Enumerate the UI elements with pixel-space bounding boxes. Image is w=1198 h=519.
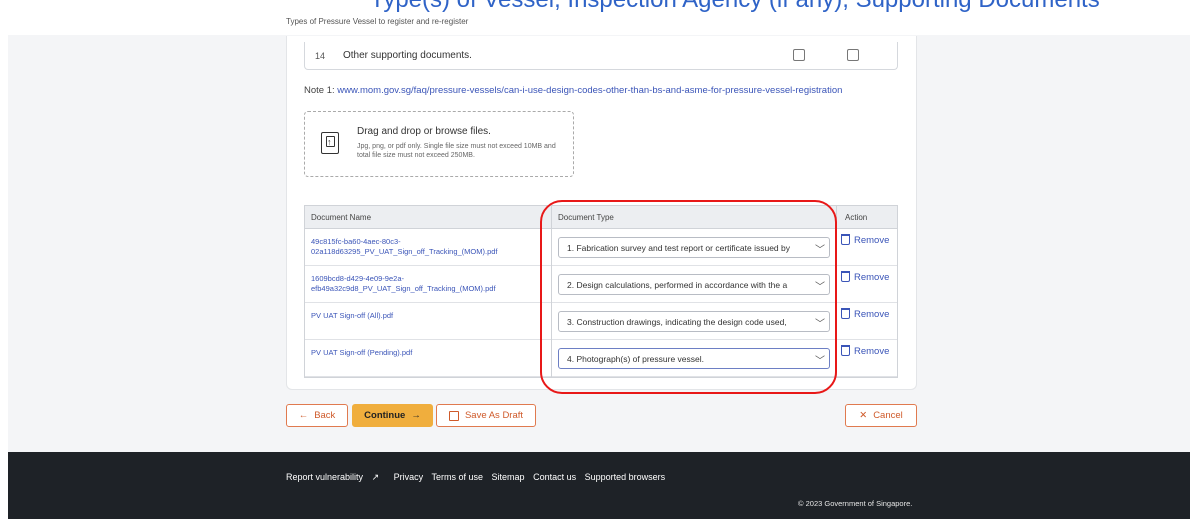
footer-link-label: Report vulnerability	[286, 472, 364, 482]
external-link-icon: ↗	[371, 472, 380, 482]
note: Note 1: www.mom.gov.sg/faq/pressure-vess…	[304, 85, 842, 96]
arrow-left-icon: ←	[298, 410, 309, 421]
checklist-checkbox-2[interactable]	[847, 49, 859, 61]
table-row: PV UAT Sign-off (Pending).pdf 4. Photogr…	[305, 340, 897, 377]
cancel-button[interactable]: ✕ Cancel	[845, 404, 917, 427]
cancel-label: Cancel	[873, 410, 903, 421]
back-label: Back	[314, 410, 336, 421]
save-icon	[448, 410, 459, 421]
note-link[interactable]: www.mom.gov.sg/faq/pressure-vessels/can-…	[337, 85, 842, 96]
copyright: © 2023 Government of Singapore.	[798, 499, 913, 508]
back-button[interactable]: ← Back	[286, 404, 348, 427]
footer-link-sitemap[interactable]: Sitemap	[492, 472, 525, 482]
document-type-select[interactable]: 4. Photograph(s) of pressure vessel. ﹀	[558, 348, 830, 369]
continue-label: Continue	[364, 410, 406, 421]
footer-link-report-vulnerability[interactable]: Report vulnerability ↗	[286, 472, 385, 482]
trash-icon	[841, 308, 850, 319]
document-type-select[interactable]: 1. Fabrication survey and test report or…	[558, 237, 830, 258]
footer-link-terms[interactable]: Terms of use	[431, 472, 483, 482]
footer-links: Report vulnerability ↗ Privacy Terms of …	[286, 472, 671, 483]
chevron-down-icon: ﹀	[814, 352, 825, 367]
checklist-row: 14 Other supporting documents.	[304, 42, 898, 70]
table-row: 1609bcd8-d429-4e09-9e2a-efb49a32c9d8_PV_…	[305, 266, 897, 303]
chevron-down-icon: ﹀	[814, 278, 825, 293]
footer-link-browsers[interactable]: Supported browsers	[585, 472, 666, 482]
trash-icon	[841, 234, 850, 245]
file-dropzone[interactable]: ↑ Drag and drop or browse files. Jpg, pn…	[304, 111, 574, 177]
page-edge-left	[0, 0, 8, 519]
table-row: 49c815fc-ba60-4aec-80c3-02a118d63295_PV_…	[305, 229, 897, 266]
arrow-right-icon: →	[411, 410, 421, 421]
note-prefix: Note 1:	[304, 85, 338, 96]
document-name-link[interactable]: 49c815fc-ba60-4aec-80c3-02a118d63295_PV_…	[311, 237, 539, 257]
column-divider	[551, 206, 552, 377]
chevron-down-icon: ﹀	[814, 241, 825, 256]
document-type-select[interactable]: 2. Design calculations, performed in acc…	[558, 274, 830, 295]
remove-button[interactable]: Remove	[841, 345, 889, 357]
upload-arrow-icon: ↑	[327, 137, 332, 147]
footer: Report vulnerability ↗ Privacy Terms of …	[8, 452, 1190, 519]
dropzone-hint: Jpg, png, or pdf only. Single file size …	[357, 143, 556, 159]
document-type-select[interactable]: 3. Construction drawings, indicating the…	[558, 311, 830, 332]
remove-label: Remove	[854, 272, 890, 283]
chevron-down-icon: ﹀	[814, 315, 825, 330]
close-icon: ✕	[859, 410, 868, 421]
remove-label: Remove	[854, 309, 890, 320]
table-row: PV UAT Sign-off (All).pdf 3. Constructio…	[305, 303, 897, 340]
document-name-link[interactable]: PV UAT Sign-off (Pending).pdf	[311, 348, 539, 358]
continue-button[interactable]: Continue →	[352, 404, 433, 427]
document-type-value: 2. Design calculations, performed in acc…	[567, 280, 788, 290]
page-edge-right	[1190, 0, 1198, 519]
column-divider	[836, 206, 837, 377]
remove-label: Remove	[854, 235, 890, 246]
header-action: Action	[845, 213, 868, 222]
document-type-value: 4. Photograph(s) of pressure vessel.	[567, 354, 705, 364]
save-draft-button[interactable]: Save As Draft	[436, 404, 536, 427]
trash-icon	[841, 345, 850, 356]
section-heading: Type(s) of Vessel, Inspection Agency (if…	[370, 0, 1100, 14]
remove-button[interactable]: Remove	[841, 308, 889, 320]
documents-table: Document Name Document Type Action 49c81…	[304, 205, 898, 378]
trash-icon	[841, 271, 850, 282]
checklist-row-label: Other supporting documents.	[343, 50, 472, 61]
section-subnote: Types of Pressure Vessel to register and…	[286, 17, 469, 26]
remove-button[interactable]: Remove	[841, 234, 889, 246]
document-type-value: 3. Construction drawings, indicating the…	[567, 317, 787, 327]
table-header: Document Name Document Type Action	[305, 206, 897, 229]
header-document-type: Document Type	[558, 213, 614, 222]
document-name-link[interactable]: 1609bcd8-d429-4e09-9e2a-efb49a32c9d8_PV_…	[311, 274, 539, 294]
save-draft-label: Save As Draft	[464, 410, 524, 421]
document-type-value: 1. Fabrication survey and test report or…	[567, 243, 790, 253]
remove-label: Remove	[854, 346, 890, 357]
document-name-link[interactable]: PV UAT Sign-off (All).pdf	[311, 311, 539, 321]
checklist-checkbox-1[interactable]	[793, 49, 805, 61]
remove-button[interactable]: Remove	[841, 271, 889, 283]
dropzone-title: Drag and drop or browse files.	[357, 126, 491, 137]
header-document-name: Document Name	[311, 213, 372, 222]
footer-link-contact[interactable]: Contact us	[533, 472, 576, 482]
footer-link-privacy[interactable]: Privacy	[394, 472, 424, 482]
checklist-row-number: 14	[315, 50, 326, 61]
